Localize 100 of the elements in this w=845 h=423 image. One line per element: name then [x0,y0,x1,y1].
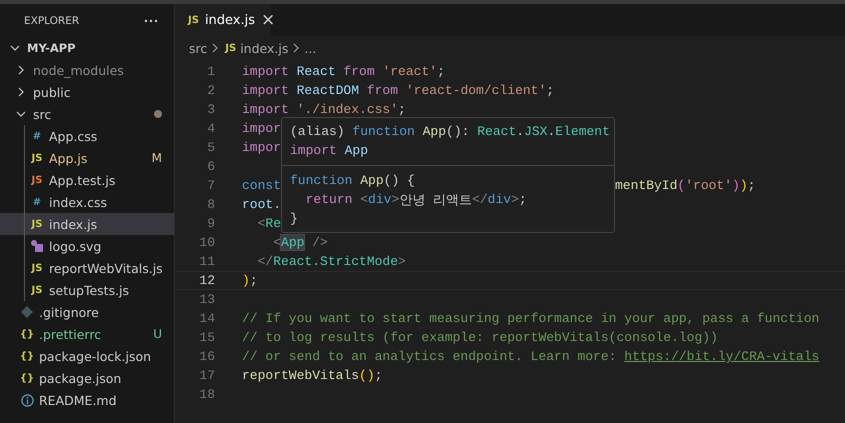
file-item[interactable]: JS reportWebVitals.js [0,257,174,279]
file-item[interactable]: JS setupTests.js [0,279,174,301]
code-token: </ [472,192,488,207]
line-number: 2 [206,83,215,98]
code-token: (alias) [290,124,345,139]
file-item[interactable]: README.md [0,389,174,411]
folder-item[interactable]: node_modules [0,59,174,81]
code-token: ; [398,102,406,117]
file-item[interactable]: JS App.js M [0,147,174,169]
code-token: import [290,143,337,158]
code-token: function [351,124,415,139]
code-token: ( [677,178,686,193]
code-token: (): [446,124,470,139]
folder-item[interactable]: MY-APP [0,37,174,59]
chevron-right-icon [211,43,220,53]
code-token: ; [748,178,756,193]
folder-item[interactable]: public [0,81,174,103]
breadcrumb[interactable]: ... [304,40,316,56]
code-token: ) [740,178,748,193]
line-number: 15 [198,330,215,345]
code-token: React [296,64,336,79]
file-item[interactable]: {} package.json [0,367,174,389]
code-token: reportWebVitals [242,368,360,383]
git-status-letter: U [153,327,162,341]
folder-item[interactable]: src [0,103,174,125]
file-type-icon: # [32,196,42,208]
file-item[interactable]: logo.svg [0,235,174,257]
line-number: 11 [198,254,215,269]
code-token: ; [437,64,445,79]
breadcrumb[interactable]: src [189,40,208,56]
code-token: JSX [524,124,548,139]
line-number: 3 [206,102,215,117]
code-token: 안녕 리액트 [399,192,472,208]
code-token: div [488,192,512,207]
code-token: ; [518,192,527,207]
code-comment: // to log results (for example: reportWebVitals(console.log)) [242,330,718,345]
breadcrumb[interactable]: index.js [240,40,288,56]
code-token: ; [374,368,382,383]
code-token: from [342,64,375,79]
code-token: App [359,173,384,188]
line-number: 9 [206,216,215,231]
code-token: './index.css' [296,102,398,117]
code-token: React [476,124,516,139]
file-item[interactable]: .gitignore [0,301,174,323]
code-token: </ [256,254,274,269]
code-token: return [304,192,352,207]
file-item[interactable]: # App.css [0,125,174,147]
image-file-icon [30,239,44,253]
file-item[interactable]: {} package-lock.json [0,345,174,367]
code-token: div [368,192,392,207]
code-token: impor [242,121,282,136]
editor-tab[interactable]: JS index.js × [175,4,271,36]
code-token: < [256,216,266,231]
code-token: ; [546,83,554,98]
code-token: > [391,192,400,207]
line-number: 16 [198,349,215,364]
file-item[interactable]: {} .prettierrc U [0,323,174,345]
code-token: . [273,197,282,212]
line-number: 10 [198,235,215,250]
code-token: root [242,197,274,212]
code-token: React.StrictMode [273,254,398,269]
line-number: 7 [206,178,215,193]
code-comment: // or send to an analytics endpoint. Learn more: [242,349,618,364]
code-token: from [366,83,398,98]
diamond-icon [21,306,33,318]
code-token: > [398,254,406,269]
code-token: /> [311,235,328,250]
code-token: 'react' [381,64,438,79]
code-token: import [242,83,289,98]
git-status-letter: M [152,151,162,165]
code-token: > [511,192,519,207]
code-token: import [242,64,289,79]
code-token: . [547,124,556,139]
line-number: 18 [198,387,215,402]
file-type-icon: JS [32,218,42,230]
file-item[interactable]: # index.css [0,191,174,213]
code-token: () { [384,173,415,188]
chevron-right-icon [292,43,300,53]
code-token: App [422,124,446,139]
code-token: mentById [615,178,678,193]
file-type-icon: JS [32,152,42,164]
line-number: 5 [206,140,215,155]
code-token: Re [265,216,282,231]
code-token: App [344,143,368,158]
code-token: 'react-dom/client' [404,83,546,98]
file-item[interactable]: JS App.test.js [0,169,174,191]
file-type-icon: {} [20,372,34,384]
file-type-icon: JS [225,42,236,54]
code-token: . [516,124,524,139]
line-number: 12 [198,273,215,288]
file-item[interactable]: JS index.js [0,213,174,235]
line-number: 13 [198,292,215,307]
file-type-icon: # [32,130,42,142]
code-link[interactable]: https://bit.ly/CRA-vitals [624,349,820,364]
code-token: App [281,235,304,250]
line-number: 6 [206,159,215,174]
line-number: 14 [198,311,215,326]
more-icon[interactable] [144,18,158,22]
line-number: 17 [198,368,215,383]
code-token: Element [555,124,610,139]
